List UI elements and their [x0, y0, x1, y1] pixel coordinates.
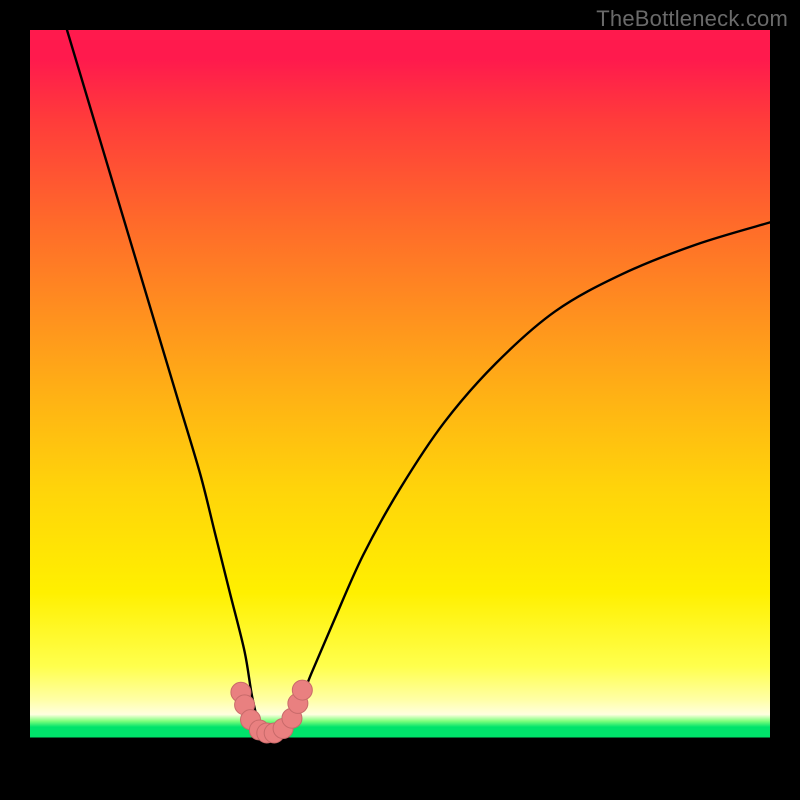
- watermark-text: TheBottleneck.com: [596, 6, 788, 32]
- curve-layer: [30, 30, 770, 770]
- outer-frame: TheBottleneck.com: [0, 0, 800, 800]
- bottleneck-curve: [67, 30, 770, 742]
- curve-marker: [292, 680, 312, 700]
- curve-markers: [231, 680, 312, 743]
- plot-area: [30, 30, 770, 770]
